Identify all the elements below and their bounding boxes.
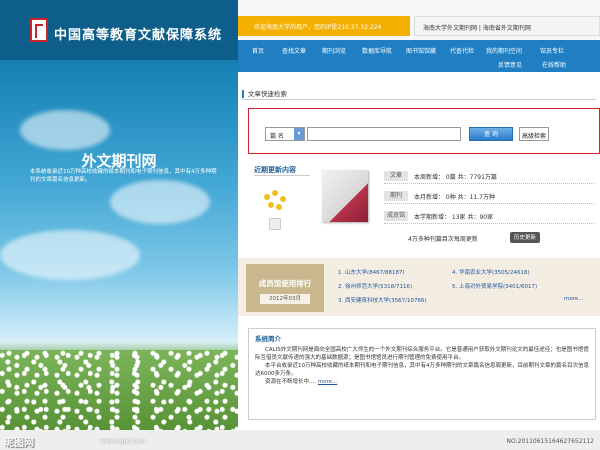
nav-browse-journals[interactable]: 期刊浏览 (322, 46, 346, 55)
ranking-item[interactable]: 4. 华南农业大学(3505/24618) (452, 268, 530, 276)
ranking-badge: 成员馆使用排行 2012年03月 (246, 264, 324, 312)
flower-pot-image (260, 188, 290, 230)
stat-text: 本周新增： 0篇 共：7791万篇 (414, 174, 497, 181)
system-title: 中国高等教育文献保障系统 (54, 28, 223, 43)
ranking-item[interactable]: 2. 徐州师范大学(5318/7116) (338, 282, 412, 290)
nav-feedback[interactable]: 反馈意见 (498, 60, 522, 69)
ranking-title: 成员馆使用排行 (258, 279, 312, 288)
logo-bar: 中国高等教育文献保障系统 (0, 0, 238, 60)
stat-tag: 文章 (384, 171, 408, 181)
intro-paragraph: 本平台收录近10万种高校收藏的纸本期刊和电子期刊信息，其中有4万多种期刊的文章篇… (255, 363, 590, 377)
nav-find-article[interactable]: 查找文章 (282, 46, 306, 55)
nav-document-delivery[interactable]: 代查代检 (450, 46, 474, 55)
ranking-period: 2012年03月 (260, 294, 310, 304)
recent-updates-title: 近期更新内容 (254, 166, 296, 174)
intro-paragraph: 资源在不断增长中.... more... (265, 379, 338, 385)
nav-my-space[interactable]: 我的期刊空间 (486, 46, 522, 55)
nav-help[interactable]: 在线帮助 (542, 60, 566, 69)
main-nav: 首页 查找文章 期刊浏览 数据库导航 图书馆馆藏 代查代检 我的期刊空间 馆员专… (238, 40, 600, 72)
watermark-logo: 昵图网 (4, 438, 34, 449)
search-button[interactable]: 查 询 (469, 127, 513, 141)
update-stats: 文章 本周新增： 0篇 共：7791万篇 期刊 本月新增： 0种 共：11.7万… (384, 170, 594, 230)
nav-library-holdings[interactable]: 图书馆馆藏 (406, 46, 436, 55)
cloud-decoration (20, 110, 110, 150)
hero-description: 本系统收录近10万种高校收藏的纸本期刊和电子期刊信息，其中有4万多种期刊的文章篇… (30, 169, 217, 183)
cloud-decoration (110, 180, 210, 224)
ranking-item[interactable]: 3. 西安建筑科技大学(3567/10766) (338, 296, 427, 304)
search-box-highlight: 篇 名 ▾ 查 询 高级检索 (248, 108, 600, 154)
scenic-panel: 中国高等教育文献保障系统 外文期刊网 本系统收录近10万种高校收藏的纸本期刊和电… (0, 0, 238, 450)
stat-row: 文章 本周新增： 0篇 共：7791万篇 (384, 170, 594, 184)
site-links[interactable]: 海南大学外文期刊网 | 海南省外文期刊网 (414, 16, 600, 36)
stat-text: 本月新增： 0种 共：11.7万种 (414, 194, 495, 201)
book-image (322, 170, 368, 222)
stat-text: 本学期新增： 13家 共：90家 (414, 214, 494, 221)
intro-paragraph: CALIS外文期刊网是面向全国高校广大师生的一个外文期刊综合服务平台。它是普通用… (255, 347, 589, 361)
history-button[interactable]: 历史更新 (510, 232, 541, 243)
nav-home[interactable]: 首页 (252, 46, 264, 55)
watermark-url: www.nipic.com (100, 438, 146, 445)
nav-database[interactable]: 数据库导航 (362, 46, 392, 55)
stat-tag: 成员馆 (384, 211, 408, 221)
intro-more-link[interactable]: more... (318, 379, 338, 385)
system-intro: 系统简介 CALIS外文期刊网是面向全国高校广大师生的一个外文期刊综合服务平台。… (248, 328, 596, 420)
cloud-decoration (0, 230, 140, 280)
calis-logo-icon (30, 18, 48, 42)
divider (254, 175, 310, 176)
section-marker-icon (242, 90, 244, 98)
watermark-id: NO:20110615164627652112 (506, 438, 594, 445)
stat-row: 期刊 本月新增： 0种 共：11.7万种 (384, 190, 594, 204)
ranking-item[interactable]: 1. 山东大学(8467/88187) (338, 268, 405, 276)
advanced-search-link[interactable]: 高级检索 (519, 127, 550, 141)
search-section-title: 文章快速检索 (242, 88, 596, 100)
ranking-section: 成员馆使用排行 2012年03月 1. 山东大学(8467/88187) 4. … (238, 258, 600, 316)
search-field-select[interactable]: 篇 名 ▾ (265, 127, 305, 141)
welcome-banner: 欢迎海南大学的用户，您的IP是210.37.32.224 (238, 16, 410, 36)
stat-tag: 期刊 (384, 191, 408, 201)
ranking-item[interactable]: 5. 上海对外贸易学院(3401/6017) (452, 282, 537, 290)
nav-librarian[interactable]: 馆员专栏 (540, 46, 564, 55)
chevron-down-icon: ▾ (294, 128, 304, 140)
stat-row: 成员馆 本学期新增： 13家 共：90家 (384, 210, 594, 224)
ranking-more-link[interactable]: more... (564, 296, 584, 302)
intro-title: 系统简介 (255, 335, 281, 343)
main-content: 欢迎海南大学的用户，您的IP是210.37.32.224 海南大学外文期刊网 |… (238, 0, 600, 450)
search-input[interactable] (307, 127, 461, 141)
history-note: 4万多种刊篇目次每周更新 (408, 236, 478, 243)
